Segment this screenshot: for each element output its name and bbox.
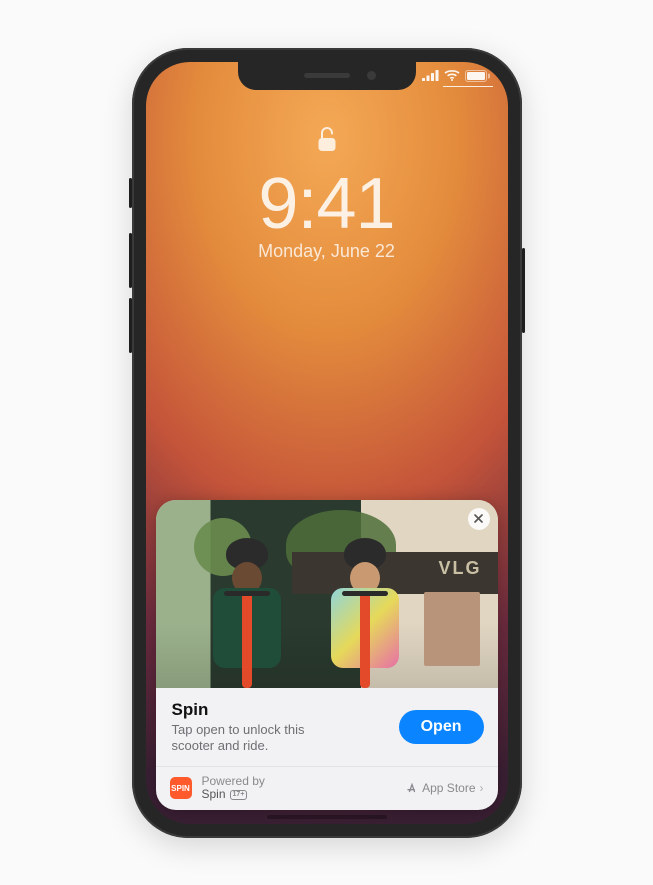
speaker-grille [304, 73, 350, 78]
close-button[interactable] [468, 508, 490, 530]
lockscreen-content: 9:41 Monday, June 22 [146, 126, 508, 262]
hero-store-sign: VLG [438, 558, 481, 579]
wifi-icon [444, 70, 460, 81]
powered-by-app-name: Spin [202, 788, 226, 801]
front-camera [367, 71, 376, 80]
status-bar-right [422, 70, 490, 82]
chevron-right-icon: › [480, 781, 484, 795]
mute-switch [129, 178, 132, 208]
cellular-signal-icon [422, 70, 439, 81]
side-button [522, 248, 525, 333]
app-clip-body: Spin Tap open to unlock this scooter and… [156, 688, 498, 767]
lockscreen-date: Monday, June 22 [146, 241, 508, 262]
volume-up-button [129, 233, 132, 288]
app-clip-hero-image: VLG [156, 500, 498, 688]
lockscreen-time: 9:41 [146, 163, 508, 245]
app-store-label: App Store [422, 781, 475, 795]
appstore-a-icon [406, 782, 418, 794]
app-clip-title: Spin [172, 700, 389, 720]
open-button[interactable]: Open [399, 710, 484, 744]
app-store-link[interactable]: App Store › [406, 781, 483, 795]
volume-down-button [129, 298, 132, 353]
status-underline [443, 86, 493, 88]
age-rating-badge: 17+ [230, 790, 248, 800]
home-indicator[interactable] [267, 815, 387, 819]
app-clip-description: Tap open to unlock this scooter and ride… [172, 722, 342, 755]
lock-open-icon [316, 126, 338, 154]
app-clip-footer: SPIN Powered by Spin 17+ App Store › [156, 766, 498, 809]
app-icon: SPIN [170, 777, 192, 799]
app-clip-card[interactable]: VLG Spin Tap open to unlock this scooter… [156, 500, 498, 810]
close-icon [474, 514, 483, 523]
screen: 9:41 Monday, June 22 VLG Spin Tap open t… [146, 62, 508, 824]
battery-icon [465, 70, 490, 82]
notch [238, 62, 416, 90]
device-frame: 9:41 Monday, June 22 VLG Spin Tap open t… [132, 48, 522, 838]
